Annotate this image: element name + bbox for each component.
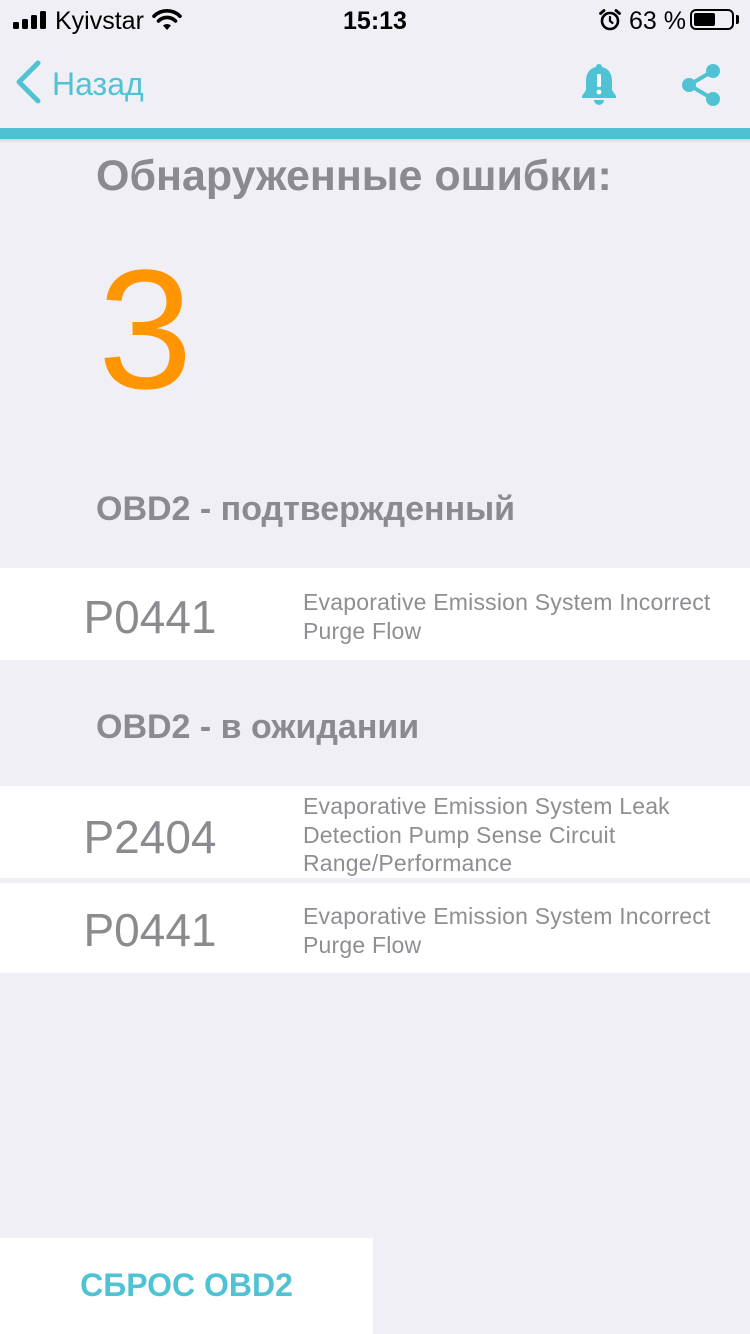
detected-errors-count: 3 [98,235,193,425]
dtc-code: P2404 [83,811,217,863]
nav-accent-bar [0,128,750,143]
battery-tip [736,15,739,24]
back-button[interactable]: Назад [14,60,144,109]
status-bar: Kyivstar 15:13 63 % [0,0,750,40]
dtc-code: P0441 [83,591,217,643]
dtc-row[interactable]: P0441 Evaporative Emission System Incorr… [0,883,750,973]
dtc-description: Evaporative Emission System Incorrect Pu… [303,589,711,644]
dtc-row[interactable]: P2404 Evaporative Emission System Leak D… [0,786,750,878]
dtc-description: Evaporative Emission System Incorrect Pu… [303,903,711,958]
reset-obd2-button[interactable]: СБРОС OBD2 [0,1238,373,1334]
share-icon [678,64,724,112]
section-header-pending: OBD2 - в ожидании [96,708,420,746]
dtc-code: P0441 [83,904,217,956]
bell-alert-button[interactable] [578,62,620,108]
section-header-confirmed: OBD2 - подтвержденный [96,490,516,528]
dtc-description: Evaporative Emission System Leak Detecti… [303,793,670,876]
battery-percentage: 63 % [629,7,686,35]
alarm-clock-icon [598,8,622,37]
share-button[interactable] [678,62,724,108]
battery-icon [690,9,734,30]
back-label: Назад [52,65,144,102]
chevron-left-icon [14,60,42,109]
bell-alert-icon [578,64,620,112]
reset-obd2-label: СБРОС OBD2 [80,1267,293,1303]
detected-errors-title: Обнаруженные ошибки: [96,152,612,200]
dtc-row[interactable]: P0441 Evaporative Emission System Incorr… [0,568,750,660]
navigation-bar: Назад [0,40,750,128]
